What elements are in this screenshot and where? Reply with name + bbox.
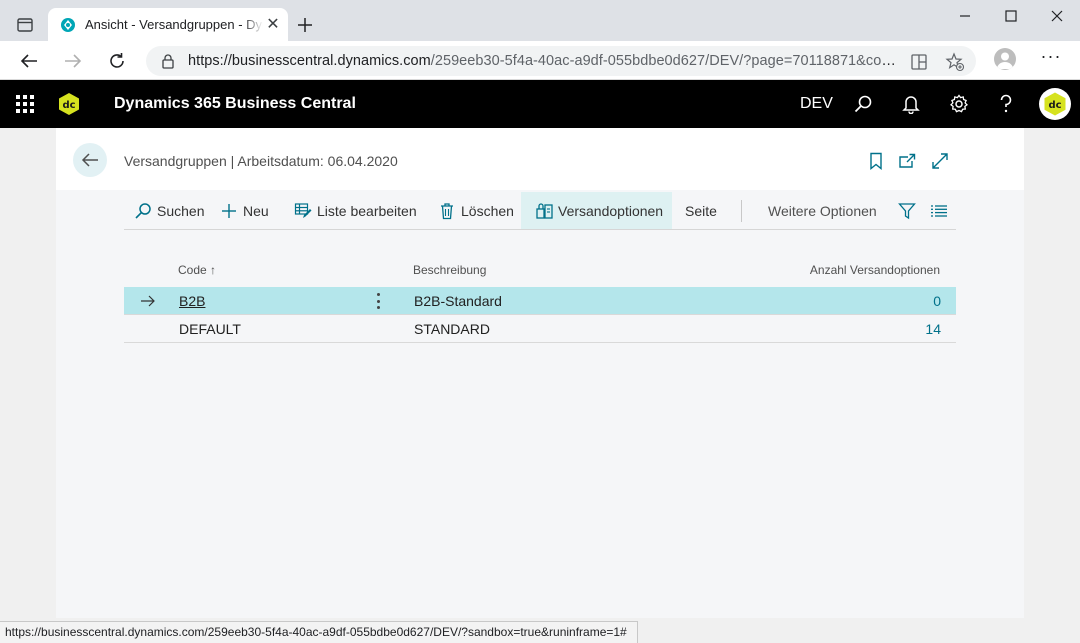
search-action-label: Suchen	[157, 202, 205, 219]
bookmark-icon[interactable]	[866, 151, 886, 171]
shipping-options-icon	[535, 202, 553, 220]
delete-button-label: Löschen	[461, 202, 514, 219]
column-header-code[interactable]: Code ↑	[178, 263, 216, 277]
table-row[interactable]: DEFAULT STANDARD 14	[124, 315, 956, 343]
search-icon[interactable]	[852, 93, 874, 115]
list-view-icon	[930, 202, 948, 220]
app-launcher-icon[interactable]	[16, 95, 34, 113]
browser-tab[interactable]: Ansicht - Versandgruppen - Dynamics 365 …	[48, 8, 288, 41]
row-description[interactable]: STANDARD	[414, 321, 490, 337]
forward-icon[interactable]	[61, 49, 85, 73]
company-logo-text: dc	[62, 100, 75, 111]
page-title: Versandgruppen | Arbeitsdatum: 06.04.202…	[124, 153, 398, 169]
browser-tab-strip: Ansicht - Versandgruppen - Dynamics 365 …	[0, 0, 1080, 41]
row-actions-menu-icon[interactable]	[374, 292, 382, 310]
help-icon[interactable]	[995, 93, 1017, 115]
notification-bell-icon[interactable]	[900, 93, 922, 115]
app-title[interactable]: Dynamics 365 Business Central	[114, 95, 356, 113]
url-field[interactable]: https://businesscentral.dynamics.com/259…	[146, 46, 976, 76]
row-code-link[interactable]: B2B	[179, 293, 205, 309]
close-tab-icon[interactable]: ✕	[264, 16, 282, 34]
address-bar: https://businesscentral.dynamics.com/259…	[0, 41, 1080, 80]
app-header: dc Dynamics 365 Business Central DEV dc	[0, 80, 1080, 128]
shipping-options-button[interactable]: Versandoptionen	[521, 192, 672, 229]
url-text: https://businesscentral.dynamics.com/259…	[188, 53, 898, 69]
read-mode-icon[interactable]	[909, 52, 929, 72]
tab-actions-icon[interactable]	[14, 14, 36, 36]
user-avatar-text: dc	[1048, 100, 1061, 111]
close-window-icon[interactable]	[1034, 6, 1080, 26]
list-area	[56, 190, 1024, 618]
row-description[interactable]: B2B-Standard	[414, 293, 502, 309]
environment-label[interactable]: DEV	[800, 95, 833, 113]
maximize-window-icon[interactable]	[988, 6, 1034, 26]
business-central-favicon-icon	[60, 17, 76, 33]
expand-icon[interactable]	[930, 151, 950, 171]
shipping-options-label: Versandoptionen	[558, 202, 664, 219]
more-options-button[interactable]: Weitere Optionen	[768, 192, 877, 229]
refresh-icon[interactable]	[105, 49, 129, 73]
edit-list-label: Liste bearbeiten	[317, 202, 417, 219]
new-tab-icon[interactable]	[294, 14, 316, 36]
back-icon[interactable]	[17, 49, 41, 73]
new-button-label: Neu	[243, 202, 269, 219]
sort-ascending-icon: ↑	[210, 263, 217, 277]
action-bar: Suchen Neu Liste bearbeiten Löschen Vers…	[124, 192, 956, 230]
add-favorite-icon[interactable]	[945, 52, 965, 72]
open-new-window-icon[interactable]	[897, 151, 917, 171]
current-row-arrow-icon	[140, 294, 156, 308]
column-header-shipping-options-count[interactable]: Anzahl Versandoptionen	[780, 263, 940, 277]
search-icon	[134, 202, 152, 220]
more-options-label: Weitere Optionen	[768, 202, 877, 219]
page-menu-label: Seite	[685, 202, 717, 219]
action-separator	[741, 200, 742, 222]
filter-button[interactable]	[898, 192, 921, 229]
column-header-code-label: Code	[178, 263, 207, 277]
filter-icon	[898, 202, 916, 220]
minimize-window-icon[interactable]	[942, 6, 988, 26]
link-status-bubble: https://businesscentral.dynamics.com/259…	[0, 621, 638, 643]
lock-icon[interactable]	[160, 53, 176, 69]
tab-title: Ansicht - Versandgruppen - Dynamics 365 …	[85, 17, 263, 32]
user-avatar[interactable]: dc	[1039, 88, 1071, 120]
url-host: https://businesscentral.dynamics.com	[188, 53, 431, 69]
page-back-button[interactable]	[73, 143, 107, 177]
url-path: /259eeb30-5f4a-40ac-a9df-055bdbe0d627/DE…	[430, 53, 898, 69]
column-header-description[interactable]: Beschreibung	[413, 263, 486, 277]
row-code[interactable]: DEFAULT	[179, 321, 241, 337]
edit-list-icon	[294, 202, 312, 220]
company-logo[interactable]: dc	[57, 92, 81, 116]
row-shipping-options-count[interactable]: 14	[841, 321, 941, 337]
list-view-button[interactable]	[930, 192, 953, 229]
edit-list-button[interactable]: Liste bearbeiten	[294, 192, 417, 229]
browser-menu-icon[interactable]: ···	[1040, 47, 1062, 68]
trash-icon	[438, 202, 456, 220]
page-menu-button[interactable]: Seite	[685, 192, 717, 229]
row-shipping-options-count[interactable]: 0	[841, 293, 941, 309]
profile-avatar-icon[interactable]	[994, 48, 1016, 70]
new-button[interactable]: Neu	[220, 192, 269, 229]
plus-icon	[220, 202, 238, 220]
table-row[interactable]: B2B B2B-Standard 0	[124, 287, 956, 315]
delete-button[interactable]: Löschen	[438, 192, 514, 229]
settings-gear-icon[interactable]	[948, 93, 970, 115]
search-action-button[interactable]: Suchen	[134, 192, 204, 229]
